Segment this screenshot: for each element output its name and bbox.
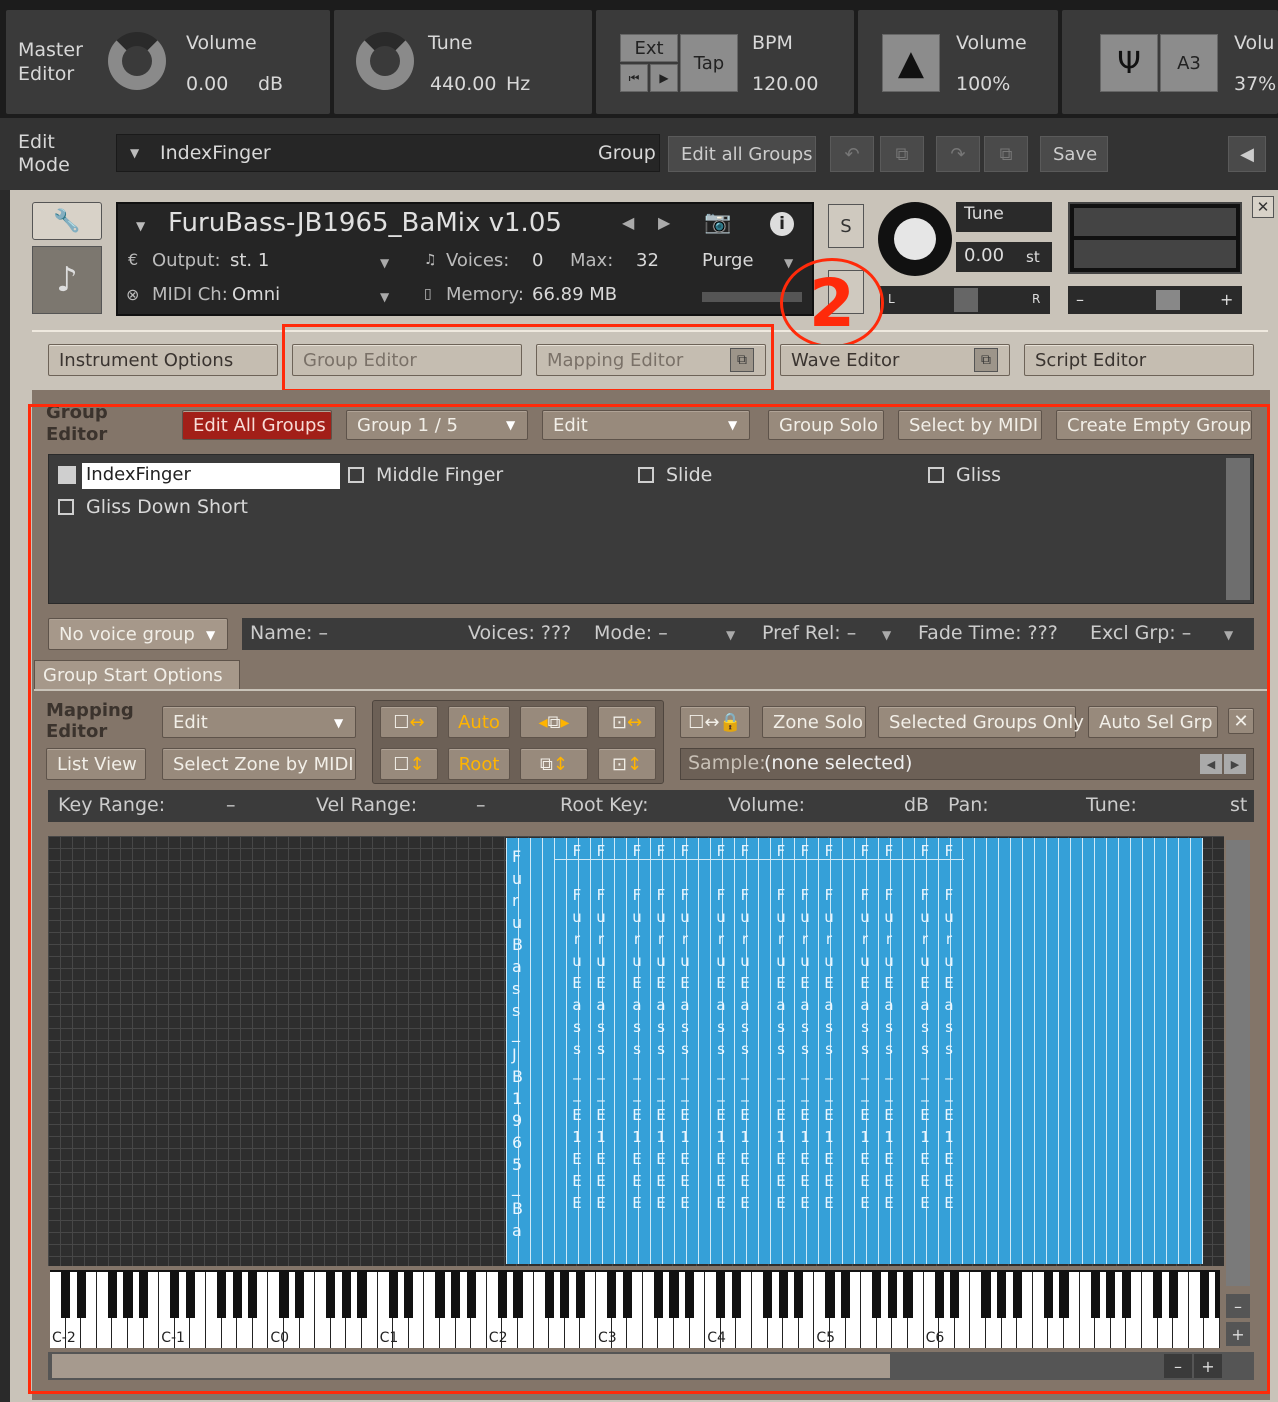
tuner-volume-value[interactable]: 37% bbox=[1234, 73, 1276, 95]
edit-mode-title: Edit Mode bbox=[18, 131, 70, 176]
next-instrument-icon[interactable]: ▶ bbox=[658, 213, 670, 232]
play-icon[interactable]: ▶ bbox=[650, 64, 678, 92]
metronome-volume-value[interactable]: 100% bbox=[956, 73, 1010, 95]
tab-script-editor[interactable]: Script Editor bbox=[1024, 344, 1254, 376]
tab-highlight-box bbox=[282, 324, 774, 392]
volume-value[interactable]: 0.00 bbox=[186, 73, 228, 95]
solo-button[interactable]: S bbox=[828, 204, 864, 248]
midi-dropdown-chevron-icon[interactable]: ▼ bbox=[380, 290, 389, 304]
tap-button[interactable]: Tap bbox=[680, 34, 738, 92]
bpm-value[interactable]: 120.00 bbox=[752, 73, 818, 95]
annotation-number: 2 bbox=[780, 258, 884, 348]
output-value[interactable]: st. 1 bbox=[230, 250, 269, 271]
popout-wave-icon[interactable]: ⧉ bbox=[974, 348, 998, 372]
volume-label: Volume bbox=[186, 32, 257, 54]
instrument-tune-unit: st bbox=[1026, 248, 1040, 266]
master-editor-title: Master Editor bbox=[18, 39, 83, 85]
instrument-tune-knob[interactable] bbox=[878, 202, 952, 276]
tuning-fork-icon[interactable]: Ψ bbox=[1100, 34, 1158, 92]
info-icon[interactable]: i bbox=[770, 212, 794, 236]
undo-icon[interactable]: ↶ bbox=[830, 136, 874, 172]
output-label: Output: bbox=[152, 250, 221, 271]
memory-icon: ▯ bbox=[424, 286, 432, 302]
camera-icon[interactable]: 📷 bbox=[704, 210, 731, 235]
output-dropdown-chevron-icon[interactable]: ▼ bbox=[380, 256, 389, 270]
memory-value: 66.89 MB bbox=[532, 284, 618, 305]
prev-instrument-icon[interactable]: ◀ bbox=[622, 213, 634, 232]
chevron-down-icon: ▼ bbox=[130, 146, 140, 160]
memory-label: Memory: bbox=[446, 284, 524, 305]
midi-channel-value[interactable]: Omni bbox=[232, 284, 280, 305]
pan-right-label: R bbox=[1032, 292, 1041, 306]
volume-minus-label: – bbox=[1076, 290, 1084, 309]
pan-left-label: L bbox=[888, 292, 895, 306]
master-volume-knob[interactable] bbox=[108, 32, 166, 90]
midi-channel-label: MIDI Ch: bbox=[152, 284, 228, 305]
group-select-value: IndexFinger bbox=[160, 142, 271, 164]
voices-icon: ♫ bbox=[424, 252, 437, 268]
instrument-volume-slider[interactable] bbox=[1068, 286, 1242, 314]
volume-plus-label: + bbox=[1220, 290, 1234, 309]
volume-handle[interactable] bbox=[1156, 290, 1180, 310]
level-meter bbox=[1068, 202, 1242, 274]
max-voices-label: Max: bbox=[570, 250, 614, 271]
group-select-label: Group bbox=[598, 142, 656, 164]
instrument-menu-chevron-icon[interactable]: ▼ bbox=[136, 219, 145, 233]
undo-history-icon[interactable]: ⧉ bbox=[880, 136, 924, 172]
master-tune-knob[interactable] bbox=[356, 32, 414, 90]
ext-button[interactable]: Ext bbox=[620, 34, 678, 62]
redo-icon[interactable]: ↷ bbox=[936, 136, 980, 172]
pan-handle[interactable] bbox=[954, 288, 978, 312]
metronome-icon[interactable]: ▲ bbox=[882, 34, 940, 92]
edit-all-groups-button[interactable]: Edit all Groups bbox=[668, 136, 816, 172]
wrench-icon[interactable]: 🔧 bbox=[32, 202, 102, 240]
tuner-volume-label: Volu bbox=[1234, 32, 1275, 54]
redo-history-icon[interactable]: ⧉ bbox=[984, 136, 1028, 172]
editor-highlight-box bbox=[28, 404, 1270, 1394]
output-icon: € bbox=[128, 250, 139, 269]
reference-tone-button[interactable]: A3 bbox=[1160, 34, 1218, 92]
purge-menu[interactable]: Purge bbox=[702, 250, 754, 271]
save-button[interactable]: Save bbox=[1040, 136, 1108, 172]
tune-label: Tune bbox=[428, 32, 473, 54]
guitar-icon[interactable]: ♪ bbox=[32, 246, 102, 314]
volume-unit: dB bbox=[258, 73, 284, 95]
instrument-name[interactable]: FuruBass-JB1965_BaMix v1.05 bbox=[168, 208, 562, 238]
instrument-tune-label: Tune bbox=[956, 202, 1052, 232]
rewind-icon[interactable]: ⏮ bbox=[620, 64, 648, 92]
voices-label: Voices: bbox=[446, 250, 510, 271]
bpm-label: BPM bbox=[752, 32, 793, 54]
voices-value: 0 bbox=[532, 250, 544, 271]
tune-unit: Hz bbox=[506, 73, 531, 95]
max-voices-value[interactable]: 32 bbox=[636, 250, 659, 271]
close-icon[interactable]: ✕ bbox=[1252, 196, 1274, 218]
metronome-volume-label: Volume bbox=[956, 32, 1027, 54]
tab-instrument-options[interactable]: Instrument Options bbox=[48, 344, 278, 376]
tune-value[interactable]: 440.00 bbox=[430, 73, 496, 95]
midi-icon: ⊗ bbox=[126, 285, 140, 304]
purge-chevron-icon[interactable]: ▼ bbox=[784, 256, 793, 270]
collapse-left-icon[interactable]: ◀ bbox=[1228, 136, 1266, 172]
